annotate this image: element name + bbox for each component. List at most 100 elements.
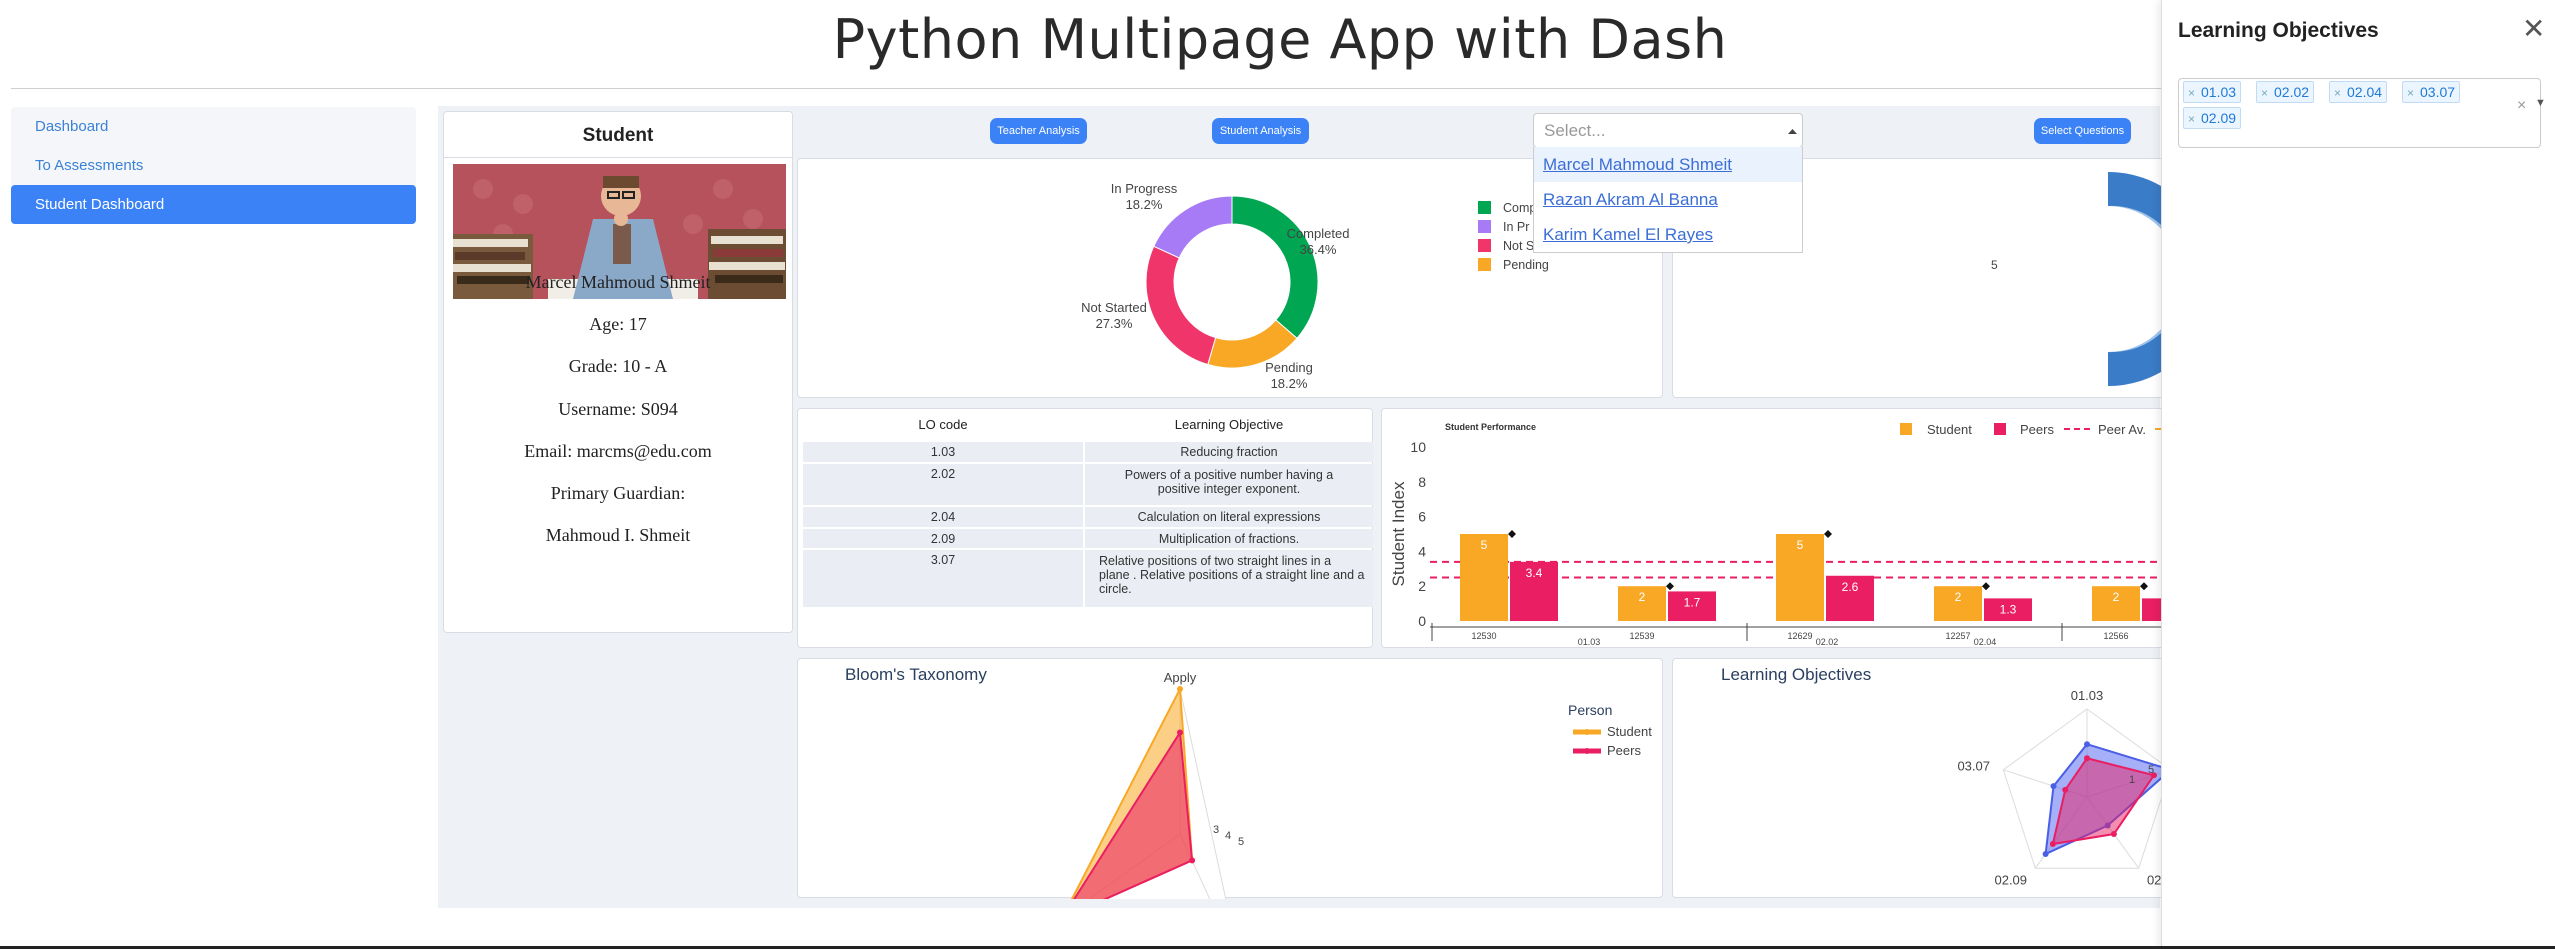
radar-point <box>1189 857 1196 864</box>
radar-point <box>1177 729 1183 736</box>
lo-chip[interactable]: × 03.07 <box>2402 81 2461 103</box>
lo-code-cell: 2.09 <box>930 532 956 546</box>
student-select-menu: Marcel Mahmoud Shmeit Razan Akram Al Ban… <box>1533 147 1803 253</box>
lo-code-cell: 3.07 <box>930 553 956 567</box>
teacher-analysis-button[interactable]: Teacher Analysis <box>990 118 1087 144</box>
student-performance-card: Student Performance Student Index Studen… <box>1381 408 2181 648</box>
peers-bar-label: 2.6 <box>1842 580 1859 594</box>
legend-not-started: Not S <box>1503 239 1534 253</box>
radar-point <box>2110 831 2117 838</box>
bar-chart-ylabel: Student Index <box>1389 481 1408 586</box>
bar-chart-title: Student Performance <box>1445 422 1536 432</box>
legend-marker-peers <box>1584 748 1590 754</box>
lo-code-cell: 2.02 <box>930 467 956 481</box>
clear-icon[interactable]: × <box>2517 97 2526 115</box>
radar-radial-tick: 1 <box>2129 774 2135 786</box>
student-age: Age: 17 <box>589 314 647 334</box>
nav-link-dashboard[interactable]: Dashboard <box>11 107 416 146</box>
blooms-taxonomy-card: Bloom's Taxonomy ApplyRememberUnderstand… <box>797 658 1663 949</box>
x-tick-label: 12539 <box>1629 631 1654 641</box>
x-group-label: 01.03 <box>1578 637 1601 647</box>
student-option-karim[interactable]: Karim Kamel El Rayes <box>1534 217 1802 252</box>
blooms-title: Bloom's Taxonomy <box>845 665 987 684</box>
radar-radial-tick: 5 <box>2148 764 2154 776</box>
lo-code-cell: 1.03 <box>930 445 956 459</box>
student-option-marcel[interactable]: Marcel Mahmoud Shmeit <box>1534 147 1802 182</box>
radar-radial-tick: 3 <box>1213 824 1219 836</box>
table-row: 2.04 Calculation on literal expressions <box>803 507 1373 527</box>
chip-remove-icon[interactable]: × <box>2188 83 2195 103</box>
lo-objective-cell: Calculation on literal expressions <box>1137 510 1321 524</box>
table-row: 2.09 Multiplication of fractions. <box>803 529 1373 548</box>
donut-label-in-progress: In Progress <box>1111 181 1178 196</box>
primary-guardian-name: Mahmoud I. Shmeit <box>545 525 691 545</box>
y-tick-label: 6 <box>1418 509 1426 525</box>
lo-chip[interactable]: × 02.04 <box>2329 81 2388 103</box>
lo-code-header: LO code <box>918 417 968 432</box>
donut-slice-not-started <box>1145 245 1217 366</box>
student-bar-label: 5 <box>1797 538 1804 552</box>
chevron-down-icon[interactable]: ▼ <box>2535 97 2546 109</box>
x-tick-label: 12566 <box>2103 631 2128 641</box>
student-card: Student Marcel Mahmoud Shmeit Age: 17 Gr… <box>443 111 793 633</box>
student-option-razan[interactable]: Razan Akram Al Banna <box>1534 182 1802 217</box>
legend-peers: Peers <box>2020 422 2054 437</box>
student-card-heading: Student <box>444 112 792 158</box>
lo-chip[interactable]: × 02.02 <box>2256 81 2315 103</box>
student-marker <box>2140 582 2148 591</box>
chip-remove-icon[interactable]: × <box>2407 83 2414 103</box>
student-marker <box>1824 530 1832 538</box>
lo-multiselect[interactable]: × 01.03 × 02.02 × 02.04 × 03.07 × 02.09 × ▼ <box>2178 78 2546 148</box>
x-group-label: 02.02 <box>1816 637 1839 647</box>
legend-swatch-peers <box>1994 423 2006 435</box>
close-icon[interactable]: ✕ <box>2522 14 2545 44</box>
donut-slice-in-progress <box>1153 195 1233 259</box>
blooms-taxonomy-chart: Bloom's Taxonomy ApplyRememberUnderstand… <box>845 665 1652 949</box>
lo-objective-cell: Reducing fraction <box>1180 445 1278 459</box>
donut-label-pending: Pending <box>1265 360 1313 375</box>
peers-bar-label: 3.4 <box>1526 566 1543 580</box>
donut-value-not-started: 27.3% <box>1096 316 1133 331</box>
legend-pending: Pending <box>1503 258 1549 272</box>
nav-link-to-assessments[interactable]: To Assessments <box>11 146 416 185</box>
x-tick-label: 12629 <box>1787 631 1812 641</box>
student-bar-label: 2 <box>2113 590 2120 604</box>
y-tick-label: 10 <box>1410 439 1426 455</box>
radar-point <box>1177 686 1183 692</box>
student-bar-label: 2 <box>1955 590 1962 604</box>
y-tick-label: 8 <box>1418 474 1426 490</box>
lo-radar-title: Learning Objectives <box>1721 665 1871 684</box>
donut-value-completed: 36.4% <box>1300 242 1337 257</box>
student-bar-label: 2 <box>1639 590 1646 604</box>
table-row: 1.03 Reducing fraction <box>803 442 1373 462</box>
select-questions-button[interactable]: Select Questions <box>2034 118 2131 144</box>
donut-label-completed: Completed <box>1287 226 1350 241</box>
blooms-legend-peers: Peers <box>1607 743 1641 758</box>
radar-point <box>2084 741 2090 748</box>
legend-peer-av: Peer Av. <box>2098 422 2146 437</box>
chip-remove-icon[interactable]: × <box>2188 109 2195 129</box>
lo-chip[interactable]: × 01.03 <box>2183 81 2242 103</box>
student-select[interactable]: Select... <box>1533 113 1803 148</box>
nav-link-student-dashboard[interactable]: Student Dashboard <box>11 185 416 224</box>
blooms-legend-title: Person <box>1568 702 1612 718</box>
radar-radial-tick: 4 <box>1225 830 1231 842</box>
donut-value-in-progress: 18.2% <box>1126 197 1163 212</box>
student-bar-label: 5 <box>1481 538 1488 552</box>
chip-remove-icon[interactable]: × <box>2261 83 2268 103</box>
table-row: 3.07 Relative positions of two straight … <box>803 550 1373 607</box>
select-caret-icon <box>1788 129 1797 134</box>
lo-objective-cell: Relative positions of two straight lines… <box>1099 554 1365 596</box>
legend-in-progress: In Pr <box>1503 220 1529 234</box>
lo-objective-cell: Multiplication of fractions. <box>1158 532 1300 546</box>
radar-point <box>2049 840 2056 847</box>
chip-remove-icon[interactable]: × <box>2334 83 2341 103</box>
student-analysis-button[interactable]: Student Analysis <box>1212 118 1309 144</box>
donut-value-pending: 18.2% <box>1271 376 1308 391</box>
y-tick-label: 4 <box>1418 543 1426 559</box>
peers-bar-label: 1.3 <box>2000 602 2017 616</box>
legend-swatch-not-started <box>1478 239 1491 252</box>
peers-bar-label: 1.7 <box>1684 595 1701 609</box>
lo-chip[interactable]: × 02.09 <box>2183 107 2242 129</box>
blooms-legend-student: Student <box>1607 724 1652 739</box>
